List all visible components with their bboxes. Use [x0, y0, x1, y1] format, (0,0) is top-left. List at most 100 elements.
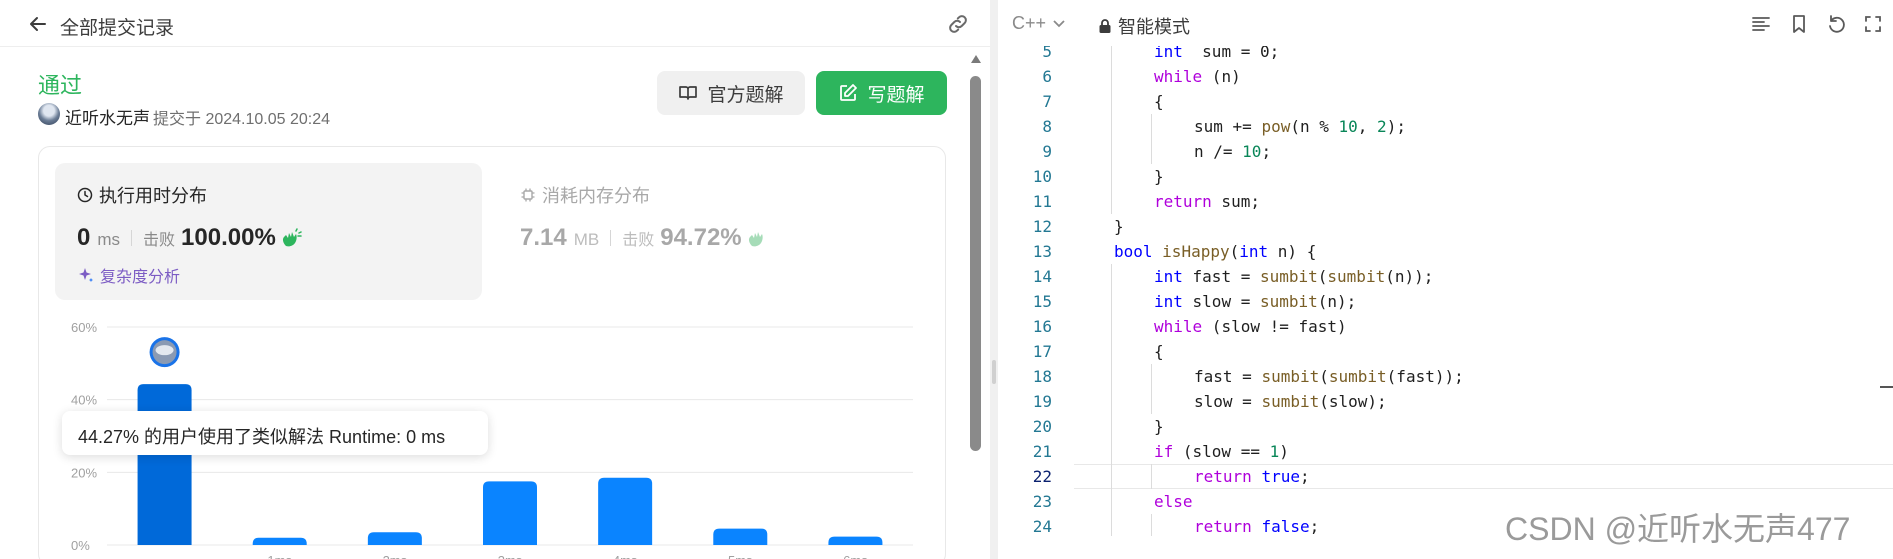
memory-tab[interactable]: 消耗内存分布 — [520, 182, 650, 208]
line-number: 6 — [1042, 67, 1052, 86]
scroll-up-arrow[interactable] — [971, 55, 981, 63]
code-token: true — [1261, 467, 1300, 486]
bookmark-icon[interactable] — [1788, 13, 1810, 35]
code-token: false — [1261, 517, 1310, 536]
scrollbar-thumb[interactable] — [970, 76, 981, 451]
clock-icon — [77, 187, 93, 203]
complexity-analysis-link[interactable]: 复杂度分析 — [78, 263, 180, 287]
code-token: (n)); — [1385, 267, 1434, 286]
code-token: slow = — [1182, 292, 1260, 311]
code-line[interactable]: 12} — [998, 214, 1893, 239]
line-code: { — [1154, 339, 1164, 364]
code-token: fast = — [1182, 267, 1260, 286]
expand-icon[interactable] — [1862, 13, 1884, 35]
line-number: 15 — [1032, 292, 1052, 311]
submission-status: 通过 — [38, 73, 83, 98]
y-tick-label: 60% — [71, 320, 97, 335]
line-number: 14 — [1032, 267, 1052, 286]
submitter-name[interactable]: 近听水无声 — [65, 104, 150, 129]
code-editor[interactable]: 5 int sum = 0; 6 while (n) 7{8 sum += pow(n %… — [998, 46, 1893, 536]
line-code: return true; — [1194, 464, 1310, 489]
code-token: } — [1154, 417, 1164, 436]
code-token: sumbit — [1259, 267, 1318, 286]
line-code: return false; — [1194, 514, 1319, 536]
runtime-title[interactable]: 执行用时分布 — [77, 182, 207, 208]
code-token: ); — [1386, 117, 1406, 136]
page-title: 全部提交记录 — [60, 18, 175, 39]
code-token: n /= — [1194, 142, 1243, 161]
code-token: (slow); — [1319, 392, 1387, 411]
edit-icon — [840, 84, 858, 101]
code-line[interactable]: 19 slow = sumbit(slow); — [998, 389, 1893, 414]
resize-handle[interactable] — [992, 360, 996, 384]
memory-value: 7.14 — [520, 224, 567, 251]
smart-mode-toggle[interactable]: 智能模式 — [1098, 13, 1190, 39]
code-line[interactable]: 21 if (slow == 1) — [998, 439, 1893, 464]
code-line[interactable]: 11 return sum; — [998, 189, 1893, 214]
code-line[interactable]: 14 int fast = sumbit(sumbit(n)); — [998, 264, 1893, 289]
code-line[interactable]: 5 int sum = 0; — [998, 46, 1893, 64]
code-line[interactable]: 18 fast = sumbit(sumbit(fast)); — [998, 364, 1893, 389]
arrow-left-icon[interactable] — [28, 14, 48, 34]
lock-icon — [1099, 19, 1111, 33]
code-token: ) — [1279, 442, 1289, 461]
y-tick-label: 0% — [71, 538, 90, 553]
watermark: CSDN @近听水无声477 — [1505, 511, 1851, 547]
code-line[interactable]: 17 { — [998, 339, 1893, 364]
code-line[interactable]: 9 n /= 10; — [998, 139, 1893, 164]
code-line[interactable]: 6 while (n) — [998, 64, 1893, 89]
chart-bar[interactable] — [137, 384, 192, 545]
chart-bar[interactable] — [828, 536, 883, 545]
panel-divider[interactable] — [990, 0, 998, 559]
line-code: if (slow == 1) — [1154, 439, 1289, 464]
code-line[interactable]: 13 bool isHappy(int n) { — [998, 239, 1893, 264]
code-token: sumbit — [1261, 367, 1320, 386]
code-token: sumbit — [1328, 367, 1387, 386]
avatar[interactable] — [38, 103, 60, 125]
avatar-highlight — [155, 345, 174, 356]
write-solution-button[interactable]: 写题解 — [816, 71, 947, 115]
line-number: 5 — [1042, 46, 1052, 61]
code-token: sumbit — [1259, 292, 1318, 311]
x-tick-label: 2ms — [383, 553, 408, 559]
x-tick-label: 5ms — [728, 553, 753, 559]
official-solution-button[interactable]: 官方题解 — [657, 71, 805, 115]
code-token: return — [1154, 192, 1212, 211]
line-number: 9 — [1042, 142, 1052, 161]
chevron-down-icon — [1053, 19, 1065, 27]
chart-bar[interactable] — [598, 477, 653, 545]
chart-bar[interactable] — [483, 481, 537, 545]
code-line[interactable]: 20} — [998, 414, 1893, 439]
memory-beat-label: 击败 — [622, 232, 655, 249]
code-token: ; — [1299, 467, 1310, 486]
code-token: isHappy — [1162, 242, 1230, 261]
chart-bar[interactable] — [367, 532, 422, 545]
chart-bar[interactable] — [252, 537, 307, 545]
chart-bar[interactable] — [713, 528, 768, 545]
chart-tooltip: 44.27% 的用户使用了类似解法 Runtime: 0 ms — [62, 411, 488, 455]
code-token: int — [1154, 267, 1183, 286]
reset-icon[interactable] — [1826, 13, 1848, 35]
sparkle-icon — [79, 268, 93, 282]
code-line[interactable]: 8 sum += pow(n % 10, 2); — [998, 114, 1893, 139]
code-line[interactable]: 22 return true; — [998, 464, 1893, 489]
code-token: return — [1194, 467, 1252, 486]
line-number: 8 — [1042, 117, 1052, 136]
clap-icon — [282, 228, 302, 247]
line-code: int slow = sumbit(n); — [1154, 289, 1356, 314]
clap-icon — [748, 232, 763, 247]
link-icon[interactable] — [946, 13, 970, 35]
code-line[interactable]: 10} — [998, 164, 1893, 189]
line-code: fast = sumbit(sumbit(fast)); — [1194, 364, 1464, 389]
line-number: 16 — [1032, 317, 1052, 336]
runtime-beat-pct: 100.00% — [181, 224, 276, 251]
format-icon[interactable] — [1750, 13, 1772, 35]
code-line[interactable]: 7{ — [998, 89, 1893, 114]
code-line[interactable]: 16 while (slow != fast) — [998, 314, 1893, 339]
line-number: 22 — [1032, 467, 1052, 486]
code-token: (n % — [1290, 117, 1339, 136]
runtime-value: 0 — [77, 224, 91, 251]
language-select[interactable]: C++ — [1012, 13, 1066, 34]
runtime-title-label: 执行用时分布 — [99, 186, 207, 206]
code-line[interactable]: 15 int slow = sumbit(n); — [998, 289, 1893, 314]
